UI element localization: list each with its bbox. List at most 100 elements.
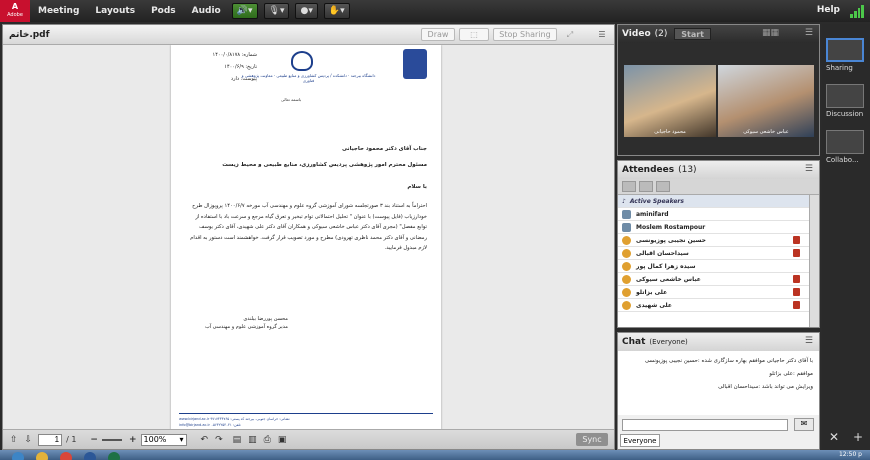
layout-thumb [826,38,864,62]
zoom-select[interactable]: 100% ▾ [140,433,187,446]
page-down-icon[interactable]: ⇩ [25,435,33,445]
download-icon[interactable]: ▣ [278,435,287,445]
sync-button[interactable]: Sync [576,433,608,446]
windows-taskbar: 12:50 p [0,450,870,460]
add-layout-icon[interactable]: + [853,430,863,444]
webcam-button[interactable]: ● ▾ [295,3,318,19]
layout-sharing[interactable]: Sharing [826,38,866,72]
status-flag-icon [793,288,800,296]
attendee-row[interactable]: حسین نجیبی پوزیونسی [618,234,818,247]
chevron-down-icon: ▾ [179,434,184,444]
pointer-button[interactable]: ⬚ [459,28,489,41]
menu-audio[interactable]: Audio [184,6,229,16]
attendee-row[interactable]: aminifard [618,208,818,221]
rotate-left-icon[interactable]: ↶ [201,435,209,445]
greeting: با سلام [407,184,427,190]
video-tile-1[interactable]: محمود حاجیانی [624,65,716,137]
attendee-row[interactable]: سیداحسان اقبالی [618,247,818,260]
chevron-down-icon: ▾ [340,6,345,16]
attendee-row[interactable]: علی شهیدی [618,299,818,312]
speaker-button[interactable]: 🔊 ▾ [231,3,258,19]
excel-icon[interactable] [108,452,120,460]
chat-message: ویرایش می تواند باشد :سیداحسان اقبالی [718,384,813,390]
attendees-scrollbar[interactable] [809,195,819,327]
attendee-row[interactable]: علی بزاتلو [618,286,818,299]
stop-sharing-button[interactable]: Stop Sharing [493,28,557,41]
print-icon[interactable]: ⎙ [264,435,271,445]
signer-name: محسن پوررضا بیلندی [243,316,288,322]
attendees-toolbar [618,179,819,195]
chat-scope: (Everyone) [649,338,688,346]
menu-layouts[interactable]: Layouts [87,6,143,16]
attendee-list: ♪ Active Speakers aminifard Moslem Rostam… [618,195,818,327]
video-tools-icon[interactable]: ▦▦ [762,28,779,38]
video-tile-2[interactable]: عباس خاشعی سیوکی [718,65,814,137]
letterhead-text: دانشگاه بیرجند · دانشکده / پردیس کشاورزی… [241,73,376,83]
connection-signal-icon [850,4,864,18]
recipient-line-2: مسئول محترم امور پژوهشی پردیس کشاورزی، م… [222,162,427,168]
chat-send-button[interactable]: ✉ [794,418,814,431]
tools-icon[interactable]: ✕ [829,430,839,444]
send-icon: ✉ [800,419,808,428]
start-orb-icon[interactable] [12,452,24,460]
raise-hand-button[interactable]: ✋ ▾ [323,3,350,19]
share-pod-header: خاتم.pdf Draw ⬚ Stop Sharing ⤢ ☰ [3,25,614,45]
chat-header: Chat (Everyone) ☰ [618,333,819,351]
pointer-icon: ⬚ [470,30,478,39]
video-name-2: عباس خاشعی سیوکی [743,129,789,135]
layout-thumb [826,84,864,108]
participant-icon [622,235,631,245]
pod-menu-icon[interactable]: ☰ [805,28,813,38]
active-speakers-section: ♪ Active Speakers [618,195,818,208]
menu-meeting[interactable]: Meeting [30,6,87,16]
attendee-row[interactable]: عباس خاشعی سیوکی [618,273,818,286]
document-viewer[interactable]: شماره: ۱۴۰۰/۰/۸۱۷۸ تاریخ: ۱۴۰۰/۶/۹ پیوست… [3,45,614,429]
video-name-1: محمود حاجیانی [654,129,686,135]
microphone-button[interactable]: 🎙 ▾ [263,3,290,19]
participant-icon [622,248,631,258]
zoom-slider[interactable] [101,438,122,441]
status-flag-icon [793,275,800,283]
chat-title: Chat [622,337,646,347]
chevron-down-icon: ▾ [279,6,285,16]
chat-tab-everyone[interactable]: Everyone [620,434,660,447]
layout-collaboration[interactable]: Collabo... [826,130,866,164]
pod-menu-icon[interactable]: ☰ [593,28,611,41]
microphone-icon: 🎙 [268,6,280,16]
attendees-pod: Attendees (13) ☰ ♪ Active Speakers aminif… [617,160,820,328]
word-icon[interactable] [84,452,96,460]
zoom-in-icon[interactable]: + [129,435,137,445]
help-menu[interactable]: Help [817,5,840,15]
status-flag-icon [793,249,800,257]
list-view-icon[interactable] [622,181,636,192]
speaker-icon: 🔊 [236,6,248,16]
video-count: (2) [654,29,668,39]
explorer-icon[interactable] [36,452,48,460]
start-webcam-button[interactable]: Start [674,28,711,40]
page-number-input[interactable] [38,433,63,446]
chrome-icon[interactable] [60,452,72,460]
sort-icon[interactable] [656,181,670,192]
menu-pods[interactable]: Pods [143,6,184,16]
page-up-icon[interactable]: ⇧ [10,435,18,445]
letter-footer: www.birjand.ac.ir نشانی: خراسان جنوبی، ب… [179,413,433,428]
layout-discussion[interactable]: Discussion [826,84,866,118]
fullscreen-icon[interactable]: ⤢ [563,28,577,41]
attendee-row[interactable]: Moslem Rostampour [618,221,818,234]
fit-page-icon[interactable]: ▤ [233,435,242,445]
pod-menu-icon[interactable]: ☰ [805,164,813,174]
fit-width-icon[interactable]: ▥ [248,435,257,445]
attendee-row[interactable]: سیده زهرا کمال پور [618,260,818,273]
rotate-right-icon[interactable]: ↷ [215,435,223,445]
chat-input[interactable] [622,419,788,431]
attendees-header: Attendees (13) ☰ [618,161,819,179]
chevron-down-icon: ▾ [308,6,313,16]
host-icon [622,209,631,219]
taskbar-clock: 12:50 p [838,451,862,458]
zoom-out-icon[interactable]: − [90,435,98,445]
chat-message: با آقای دکتر حاجیانی موافقم بهاره سازگار… [644,358,813,364]
draw-button[interactable]: Draw [421,28,455,41]
layouts-panel: Sharing Discussion Collabo... ✕ + [822,24,870,450]
pod-menu-icon[interactable]: ☰ [805,336,813,346]
status-view-icon[interactable] [639,181,653,192]
